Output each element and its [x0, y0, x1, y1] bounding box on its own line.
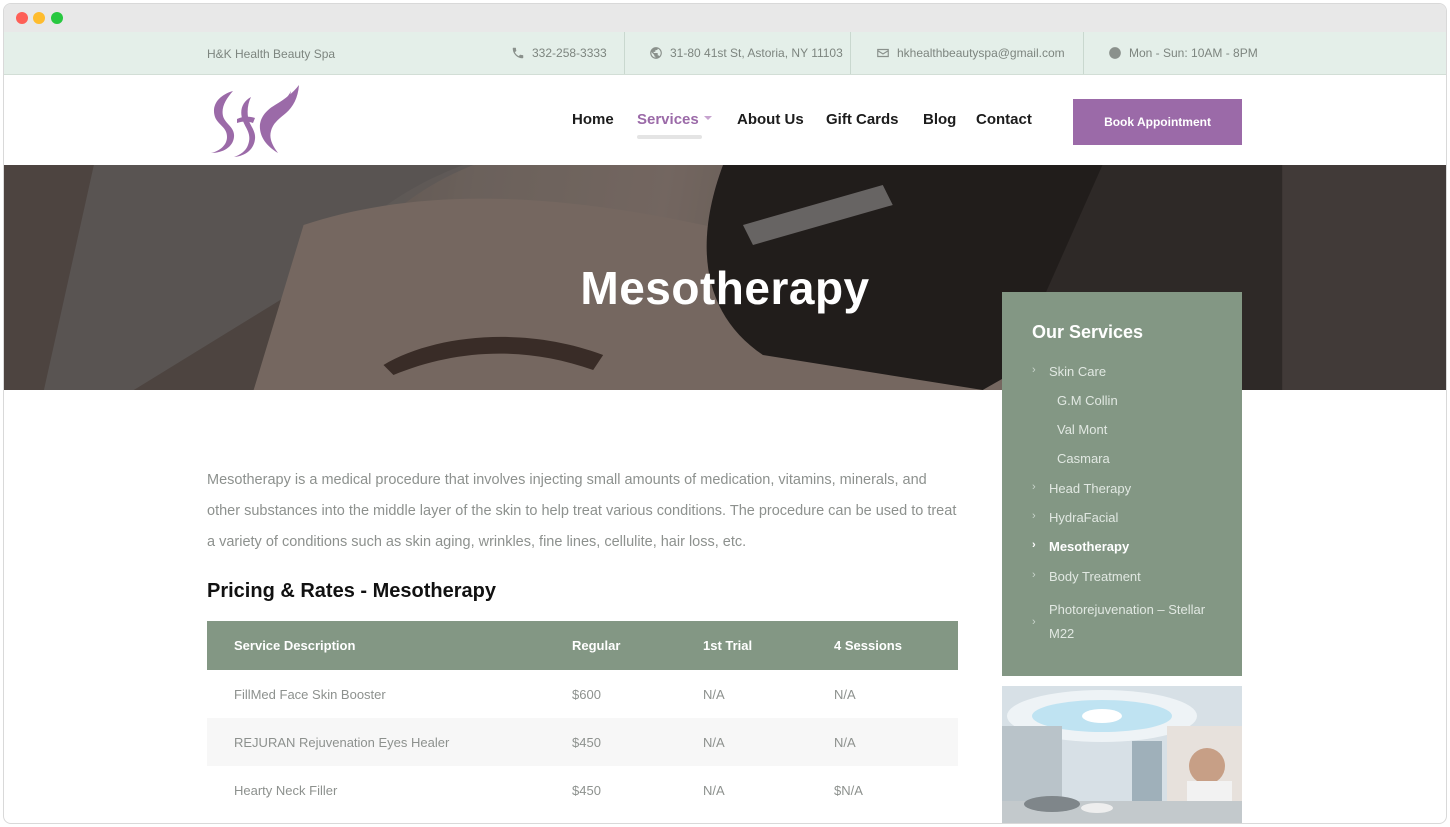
top-info-bar: H&K Health Beauty Spa 332-258-3333 31-80… [4, 32, 1446, 75]
sidebar-item-label: Casmara [1057, 451, 1110, 466]
clock-icon [1108, 46, 1122, 60]
topbar-divider [850, 32, 851, 74]
phone-icon [511, 46, 525, 60]
topbar-phone[interactable]: 332-258-3333 [511, 32, 607, 74]
globe-icon [649, 46, 663, 60]
topbar-divider [624, 32, 625, 74]
maximize-window-button[interactable] [51, 12, 63, 24]
intro-paragraph: Mesotherapy is a medical procedure that … [207, 472, 957, 550]
nav-blog[interactable]: Blog [923, 111, 956, 128]
envelope-icon [876, 46, 890, 60]
chevron-right-icon: › [1032, 510, 1036, 522]
header-1st-trial: 1st Trial [703, 638, 753, 653]
row-trial: N/A [703, 782, 725, 798]
sidebar-item-gm-collin[interactable]: G.M Collin [1057, 393, 1118, 408]
row-regular: $450 [572, 782, 601, 798]
topbar-address-text: 31-80 41st St, Astoria, NY 11103 [670, 46, 843, 60]
row-regular: $600 [572, 686, 601, 702]
sidebar-item-head-therapy[interactable]: › Head Therapy [1032, 481, 1131, 496]
sidebar-item-label: HydraFacial [1049, 510, 1119, 525]
nav-home[interactable]: Home [572, 111, 614, 128]
table-row: FillMed Face Skin Booster $600 N/A N/A [207, 670, 958, 718]
nav-about-us[interactable]: About Us [737, 111, 804, 128]
row-service: FillMed Face Skin Booster [234, 686, 386, 702]
chevron-right-icon: › [1032, 569, 1036, 581]
table-row: Hearty Neck Filler $450 N/A $N/A [207, 766, 958, 814]
header-4-sessions: 4 Sessions [834, 638, 902, 653]
topbar-brand: H&K Health Beauty Spa [207, 47, 336, 61]
window-chrome [4, 4, 1446, 32]
header-service-description: Service Description [234, 638, 356, 653]
row-trial: N/A [703, 734, 725, 750]
sidebar-item-mesotherapy[interactable]: › Mesotherapy [1032, 539, 1129, 554]
chevron-right-icon: › [1032, 539, 1036, 551]
row-sessions: N/A [834, 686, 856, 702]
sidebar-item-body-treatment[interactable]: › Body Treatment [1032, 569, 1141, 584]
close-window-button[interactable] [16, 12, 28, 24]
sidebar-title: Our Services [1032, 322, 1144, 342]
sidebar-item-label: Skin Care [1049, 364, 1107, 379]
sidebar-item-label: Photorejuvenation – Stellar M22 [1049, 602, 1206, 641]
minimize-window-button[interactable] [33, 12, 45, 24]
sidebar-item-val-mont[interactable]: Val Mont [1057, 422, 1107, 437]
sidebar-item-casmara[interactable]: Casmara [1057, 451, 1110, 466]
sidebar-item-label: Val Mont [1057, 422, 1108, 437]
topbar-hours: Mon - Sun: 10AM - 8PM [1108, 32, 1258, 74]
sidebar-item-photorejuvenation[interactable]: › Photorejuvenation – Stellar M22 [1032, 598, 1212, 646]
nav-contact[interactable]: Contact [976, 111, 1032, 128]
table-header: Service Description Regular 1st Trial 4 … [207, 621, 958, 670]
site-header: Home Services About Us Gift Cards Blog C… [4, 75, 1446, 165]
hk-logo[interactable] [207, 83, 303, 159]
row-trial: N/A [703, 686, 725, 702]
topbar-hours-text: Mon - Sun: 10AM - 8PM [1129, 46, 1258, 60]
chevron-right-icon: › [1032, 481, 1036, 493]
row-sessions: $N/A [834, 782, 863, 798]
chevron-right-icon: › [1032, 364, 1036, 376]
topbar-email-text: hkhealthbeautyspa@gmail.com [897, 46, 1065, 60]
topbar-email[interactable]: hkhealthbeautyspa@gmail.com [876, 32, 1065, 74]
nav-active-indicator [637, 135, 702, 139]
topbar-address[interactable]: 31-80 41st St, Astoria, NY 11103 [649, 32, 843, 74]
sidebar-item-skin-care[interactable]: › Skin Care [1032, 364, 1106, 379]
nav-services[interactable]: Services [637, 111, 712, 128]
sidebar-item-label: Body Treatment [1049, 569, 1141, 584]
browser-window: H&K Health Beauty Spa 332-258-3333 31-80… [3, 3, 1447, 824]
sidebar-item-hydrafacial[interactable]: › HydraFacial [1032, 510, 1118, 525]
pricing-table: Service Description Regular 1st Trial 4 … [207, 621, 958, 814]
row-sessions: N/A [834, 734, 856, 750]
row-service: Hearty Neck Filler [234, 782, 338, 798]
topbar-divider [1083, 32, 1084, 74]
row-service: REJURAN Rejuvenation Eyes Healer [234, 734, 450, 750]
pricing-heading: Pricing & Rates - Mesotherapy [207, 580, 496, 602]
sidebar-item-label: Head Therapy [1049, 481, 1132, 496]
services-sidebar: Our Services › Skin Care G.M Collin Val … [1002, 292, 1242, 676]
chevron-down-icon [703, 116, 712, 121]
nav-gift-cards[interactable]: Gift Cards [826, 111, 899, 128]
sidebar-item-label: Mesotherapy [1049, 539, 1130, 554]
header-regular: Regular [572, 638, 621, 653]
book-appointment-button[interactable]: Book Appointment [1073, 99, 1242, 145]
spa-interior-photo [1002, 686, 1242, 823]
table-row: REJURAN Rejuvenation Eyes Healer $450 N/… [207, 718, 958, 766]
sidebar-item-label: G.M Collin [1057, 393, 1118, 408]
nav-services-label: Services [637, 111, 699, 128]
topbar-phone-text: 332-258-3333 [532, 46, 607, 60]
row-regular: $450 [572, 734, 601, 750]
chevron-right-icon: › [1032, 616, 1036, 628]
